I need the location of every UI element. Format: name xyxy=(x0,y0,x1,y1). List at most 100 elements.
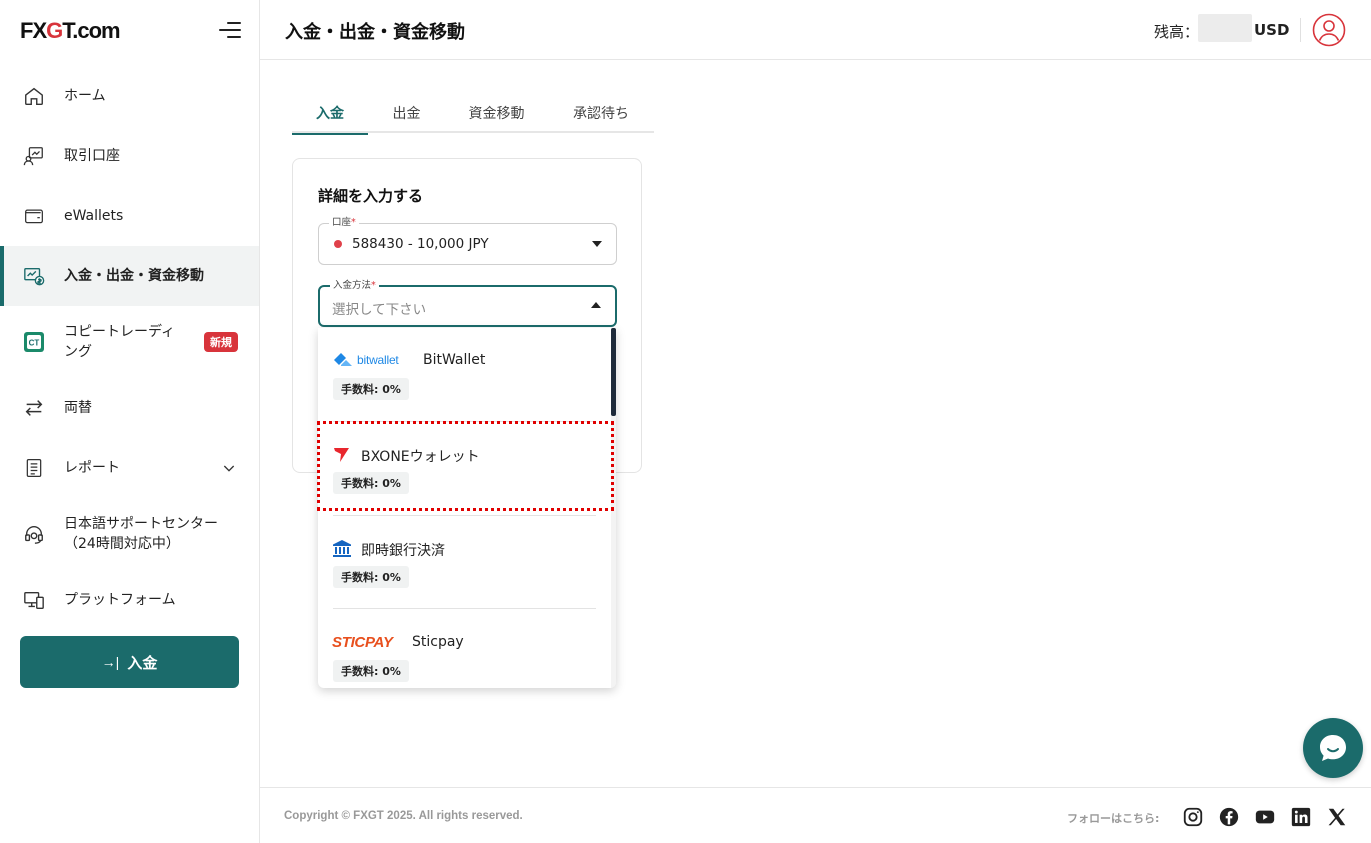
balance-label: 残高： xyxy=(1154,23,1200,41)
fxgt-logo[interactable]: FXGT.com xyxy=(20,18,121,44)
sidebar-item-funds[interactable]: 入金・出金・資金移動 xyxy=(0,246,259,306)
sidebar-item-label: コピートレーディ ング xyxy=(64,322,175,362)
platform-icon xyxy=(22,588,46,612)
method-option-sticpay[interactable]: STICPAY Sticpay 手数料: 0% xyxy=(318,610,611,688)
sidebar-item-home[interactable]: ホーム xyxy=(0,66,259,126)
funds-transfer-icon xyxy=(22,264,46,288)
deposit-method-select[interactable]: 入金方法* 選択して下さい xyxy=(318,280,617,327)
sidebar-item-trading-accounts[interactable]: 取引口座 xyxy=(0,126,259,186)
dropdown-scrollbar-thumb[interactable] xyxy=(611,328,616,416)
account-label-text: 口座 xyxy=(332,217,352,228)
label-line2: ング xyxy=(64,344,92,360)
sidebar-item-label: 日本語サポートセンター （24時間対応中） xyxy=(64,514,218,554)
home-icon xyxy=(22,84,46,108)
dropdown-scrollbar[interactable] xyxy=(611,328,616,688)
label-line1: 日本語サポートセンター xyxy=(64,516,218,532)
sidebar-nav: ホーム 取引口座 eWallets 入金・出金・資金移動 CT コピートレーディ… xyxy=(0,66,259,630)
x-twitter-icon[interactable] xyxy=(1326,806,1348,828)
fee-badge: 手数料: 0% xyxy=(333,378,409,400)
logo-suffix: T.com xyxy=(62,18,120,43)
sidebar-item-label: レポート xyxy=(64,460,120,476)
sidebar-item-platform[interactable]: プラットフォーム xyxy=(0,570,259,630)
sidebar-item-copy-trading[interactable]: CT コピートレーディ ング 新規 xyxy=(0,306,259,378)
report-icon xyxy=(22,456,46,480)
sidebar-item-label: eWallets xyxy=(64,208,124,224)
youtube-icon[interactable] xyxy=(1254,806,1276,828)
balance-currency: USD xyxy=(1254,21,1290,39)
sidebar-item-ewallets[interactable]: eWallets xyxy=(0,186,259,246)
page-title: 入金・出金・資金移動 xyxy=(285,22,465,43)
account-status-dot xyxy=(334,240,342,248)
sidebar-item-label: 取引口座 xyxy=(64,148,120,164)
account-field-label: 口座* xyxy=(329,217,359,229)
method-name: BitWallet xyxy=(423,352,486,368)
required-mark: * xyxy=(371,280,376,291)
logo-accent: G xyxy=(46,18,63,43)
deposit-method-dropdown: bitwallet BitWallet 手数料: 0% BXONEウォレット 手… xyxy=(318,328,616,688)
method-option-instant-bank[interactable]: 即時銀行決済 手数料: 0% xyxy=(318,516,611,610)
sidebar-item-exchange[interactable]: 両替 xyxy=(0,378,259,438)
tab-transfer[interactable]: 資金移動 xyxy=(445,95,548,133)
tab-withdraw[interactable]: 出金 xyxy=(368,95,445,133)
method-option-bxone[interactable]: BXONEウォレット 手数料: 0% xyxy=(318,422,611,516)
top-header: 入金・出金・資金移動 残高： USD xyxy=(260,0,1371,60)
method-option-bitwallet[interactable]: bitwallet BitWallet 手数料: 0% xyxy=(318,328,611,422)
method-placeholder: 選択して下さい xyxy=(332,302,427,318)
label-line1: コピートレーディ xyxy=(64,324,176,340)
caret-up-icon xyxy=(591,302,601,308)
fee-badge: 手数料: 0% xyxy=(333,566,409,588)
sticpay-logo-text: STICPAY xyxy=(332,633,393,651)
support-icon xyxy=(22,522,46,546)
sidebar-item-label: 両替 xyxy=(64,400,92,416)
bank-icon xyxy=(332,538,352,558)
label-line2: （24時間対応中） xyxy=(64,536,180,552)
option-divider xyxy=(333,608,596,609)
bitwallet-logo-text: bitwallet xyxy=(357,353,399,367)
trading-account-icon xyxy=(22,144,46,168)
linkedin-icon[interactable] xyxy=(1290,806,1312,828)
deposit-button[interactable]: →| 入金 xyxy=(20,636,239,688)
method-name: 即時銀行決済 xyxy=(361,543,445,559)
method-label-text: 入金方法 xyxy=(333,280,372,291)
new-badge: 新規 xyxy=(204,332,238,352)
exchange-icon xyxy=(22,396,46,420)
bitwallet-logo: bitwallet xyxy=(332,350,399,370)
sticpay-logo: STICPAY xyxy=(332,632,393,652)
deposit-button-label: 入金 xyxy=(127,654,158,672)
page-footer: Copyright © FXGT 2025. All rights reserv… xyxy=(260,787,1371,843)
balance-value-masked xyxy=(1198,14,1252,42)
chat-button[interactable] xyxy=(1303,718,1363,778)
copyright-text: Copyright © FXGT 2025. All rights reserv… xyxy=(284,810,523,822)
facebook-icon[interactable] xyxy=(1218,806,1240,828)
account-value: 588430 - 10,000 JPY xyxy=(352,236,489,252)
wallet-icon xyxy=(22,204,46,228)
header-divider xyxy=(1300,18,1301,42)
sidebar-item-label: プラットフォーム xyxy=(64,592,176,608)
arrow-to-bar-icon: →| xyxy=(101,654,120,670)
method-name: Sticpay xyxy=(412,634,464,650)
follow-label: フォローはこちら: xyxy=(1067,812,1160,825)
funds-tabs: 入金 出金 資金移動 承認待ち xyxy=(292,95,654,135)
account-select[interactable]: 口座* 588430 - 10,000 JPY xyxy=(318,217,617,265)
user-avatar-icon[interactable] xyxy=(1312,13,1346,47)
copy-trading-icon: CT xyxy=(22,330,46,354)
fee-badge: 手数料: 0% xyxy=(333,660,409,682)
logo-prefix: FX xyxy=(20,18,47,43)
fee-badge: 手数料: 0% xyxy=(333,472,409,494)
sidebar-item-label: ホーム xyxy=(64,88,106,104)
svg-text:CT: CT xyxy=(29,339,40,348)
tab-deposit[interactable]: 入金 xyxy=(292,95,368,135)
form-title: 詳細を入力する xyxy=(318,187,424,205)
instagram-icon[interactable] xyxy=(1182,806,1204,828)
menu-collapse-icon[interactable] xyxy=(219,20,241,40)
bxone-logo-icon xyxy=(332,444,352,464)
tab-pending[interactable]: 承認待ち xyxy=(548,95,654,133)
chat-bubble-icon xyxy=(1320,735,1346,761)
sidebar-item-label: 入金・出金・資金移動 xyxy=(64,268,204,284)
required-mark: * xyxy=(351,217,356,228)
sidebar: FXGT.com ホーム 取引口座 eWallets 入金・出金・資金移動 CT… xyxy=(0,0,260,843)
chevron-down-icon[interactable] xyxy=(221,460,237,480)
sidebar-item-support[interactable]: 日本語サポートセンター （24時間対応中） xyxy=(0,498,259,570)
method-name: BXONEウォレット xyxy=(361,449,480,465)
sidebar-item-report[interactable]: レポート xyxy=(0,438,259,498)
